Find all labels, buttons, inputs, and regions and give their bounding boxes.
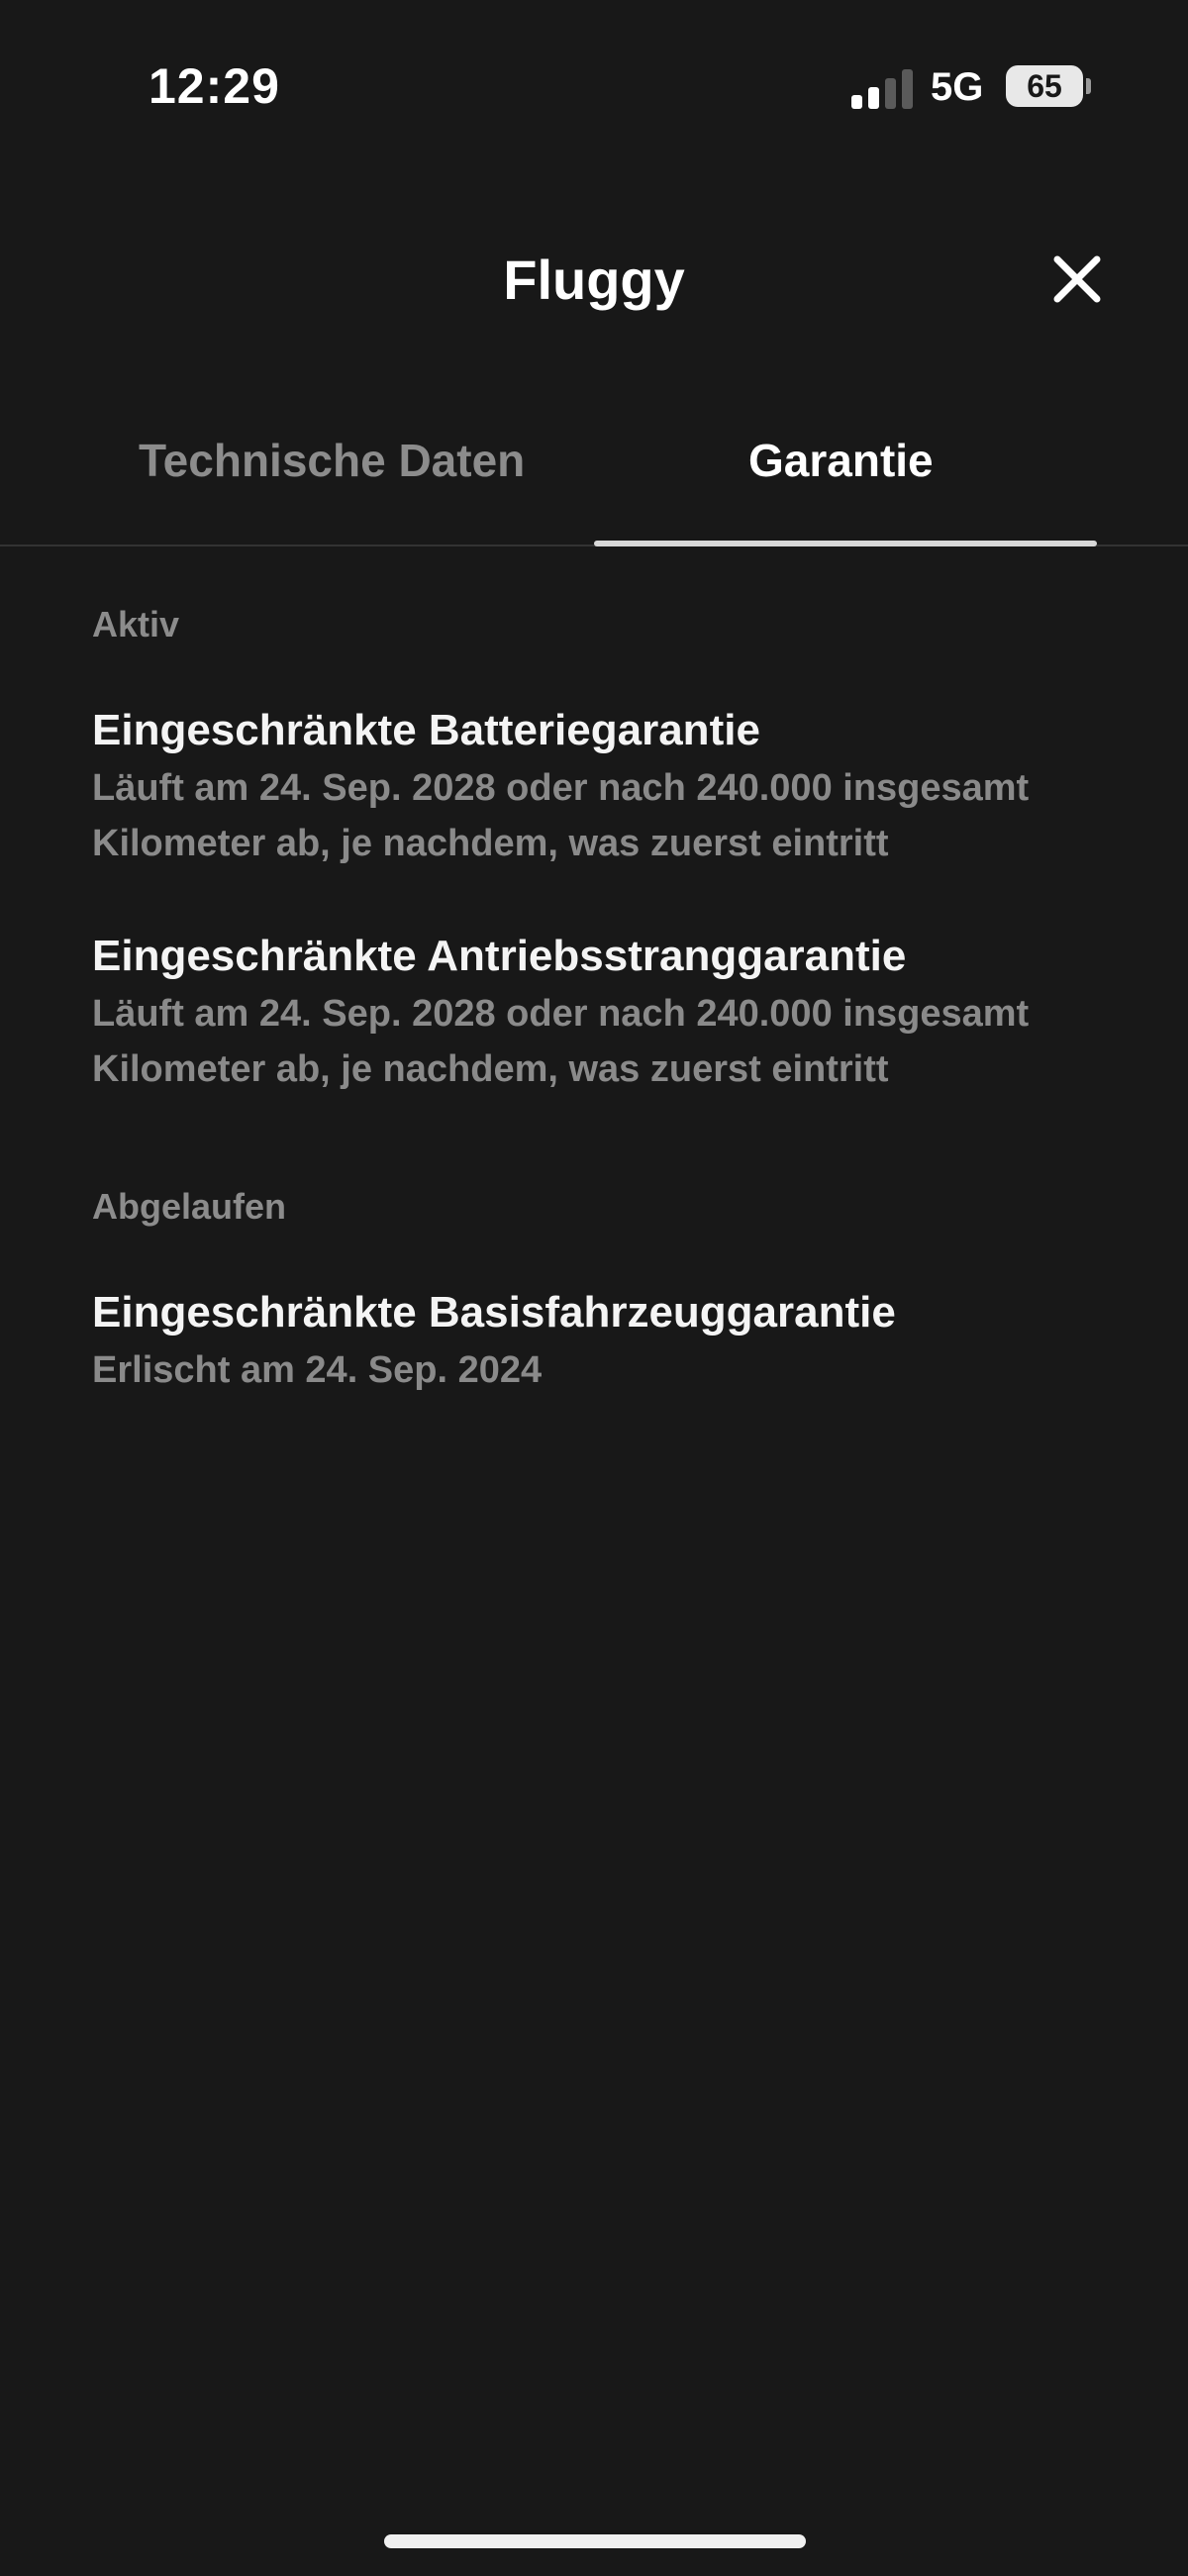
header: Fluggy	[0, 238, 1188, 327]
warranty-title: Eingeschränkte Antriebsstranggarantie	[92, 932, 907, 980]
tab-bar: Technische Daten Garantie	[0, 416, 1188, 546]
warranty-title: Eingeschränkte Batteriegarantie	[92, 706, 760, 754]
status-bar: 12:29 5G 65	[0, 0, 1188, 178]
battery-icon: 65	[1006, 65, 1083, 107]
warranty-description: Läuft am 24. Sep. 2028 oder nach 240.000…	[92, 993, 1030, 1090]
warranty-description: Erlischt am 24. Sep. 2024	[92, 1349, 543, 1391]
warranty-title: Eingeschränkte Basisfahrzeuggarantie	[92, 1288, 896, 1337]
active-tab-indicator	[594, 541, 1097, 546]
section-label-expired: Abgelaufen	[92, 1186, 287, 1227]
battery-nub	[1086, 78, 1091, 94]
section-label-active: Aktiv	[92, 604, 180, 644]
home-indicator[interactable]	[384, 2534, 806, 2548]
cellular-signal-icon	[851, 69, 915, 109]
warranty-item-basic-vehicle: Eingeschränkte Basisfahrzeuggarantie Erl…	[92, 1285, 1122, 1398]
status-time: 12:29	[148, 58, 280, 114]
network-type: 5G	[931, 65, 984, 109]
tab-technische-daten[interactable]: Technische Daten	[139, 434, 525, 487]
page-title: Fluggy	[503, 248, 685, 311]
close-icon	[1053, 255, 1101, 303]
warranty-item-drivetrain: Eingeschränkte Antriebsstranggarantie Lä…	[92, 929, 1122, 1097]
tab-garantie[interactable]: Garantie	[748, 434, 934, 487]
warranty-description: Läuft am 24. Sep. 2028 oder nach 240.000…	[92, 767, 1030, 864]
warranty-list: Aktiv Eingeschränkte Batteriegarantie Lä…	[92, 604, 1122, 1398]
close-button[interactable]	[1049, 251, 1105, 307]
warranty-item-battery: Eingeschränkte Batteriegarantie Läuft am…	[92, 703, 1122, 871]
